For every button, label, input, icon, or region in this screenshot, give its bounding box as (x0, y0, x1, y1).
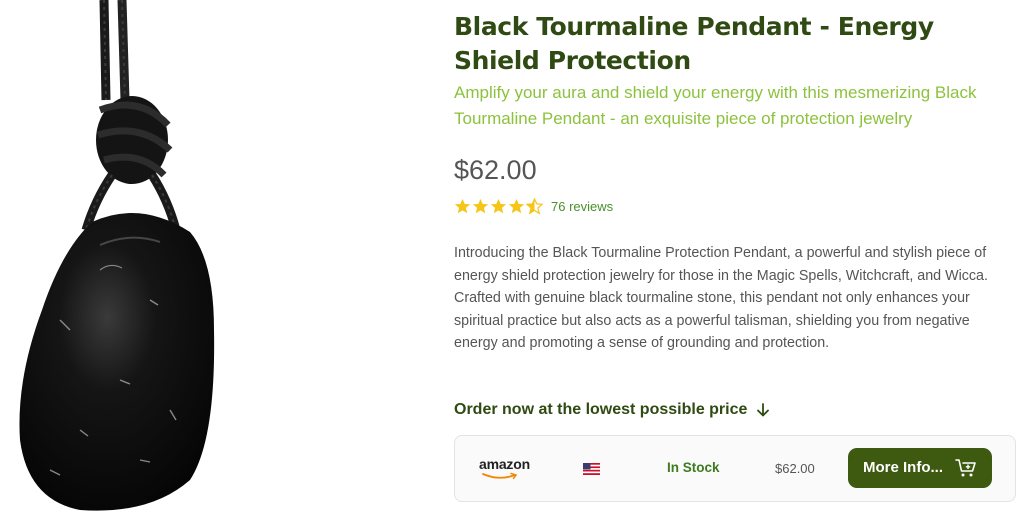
amazon-logo: amazon (479, 456, 535, 482)
pendant-image (19, 0, 215, 511)
product-description: Introducing the Black Tourmaline Protect… (454, 245, 988, 352)
product-price: $62.00 (454, 155, 537, 185)
more-info-label: More Info... (863, 459, 943, 477)
amazon-smile-icon (482, 472, 518, 480)
cart-icon (955, 459, 976, 477)
rating-row: 76 reviews (454, 196, 1019, 216)
star-icon (508, 198, 525, 213)
product-title: Black Tourmaline Pendant - Energy Shield… (454, 12, 934, 75)
product-info: Black Tourmaline Pendant - Energy Shield… (454, 10, 1019, 502)
product-subtitle: Amplify your aura and shield your energy… (454, 83, 977, 128)
offer-price: $62.00 (775, 460, 815, 476)
us-flag-icon (583, 462, 600, 475)
product-image (0, 0, 235, 522)
order-heading: Order now at the lowest possible price (454, 401, 1019, 419)
arrow-down-icon (757, 403, 770, 417)
order-heading-text: Order now at the lowest possible price (454, 400, 748, 418)
star-icon (472, 198, 489, 213)
more-info-button[interactable]: More Info... (848, 447, 992, 488)
star-icon (490, 198, 507, 213)
stock-status: In Stock (667, 459, 720, 475)
star-rating (454, 197, 543, 215)
offer-card: amazon In Stock $62.00 More Info... (454, 434, 1016, 502)
half-star-icon (526, 197, 543, 215)
star-icon (454, 198, 471, 213)
store-name: amazon (479, 455, 530, 472)
reviews-link[interactable]: 76 reviews (551, 199, 613, 214)
